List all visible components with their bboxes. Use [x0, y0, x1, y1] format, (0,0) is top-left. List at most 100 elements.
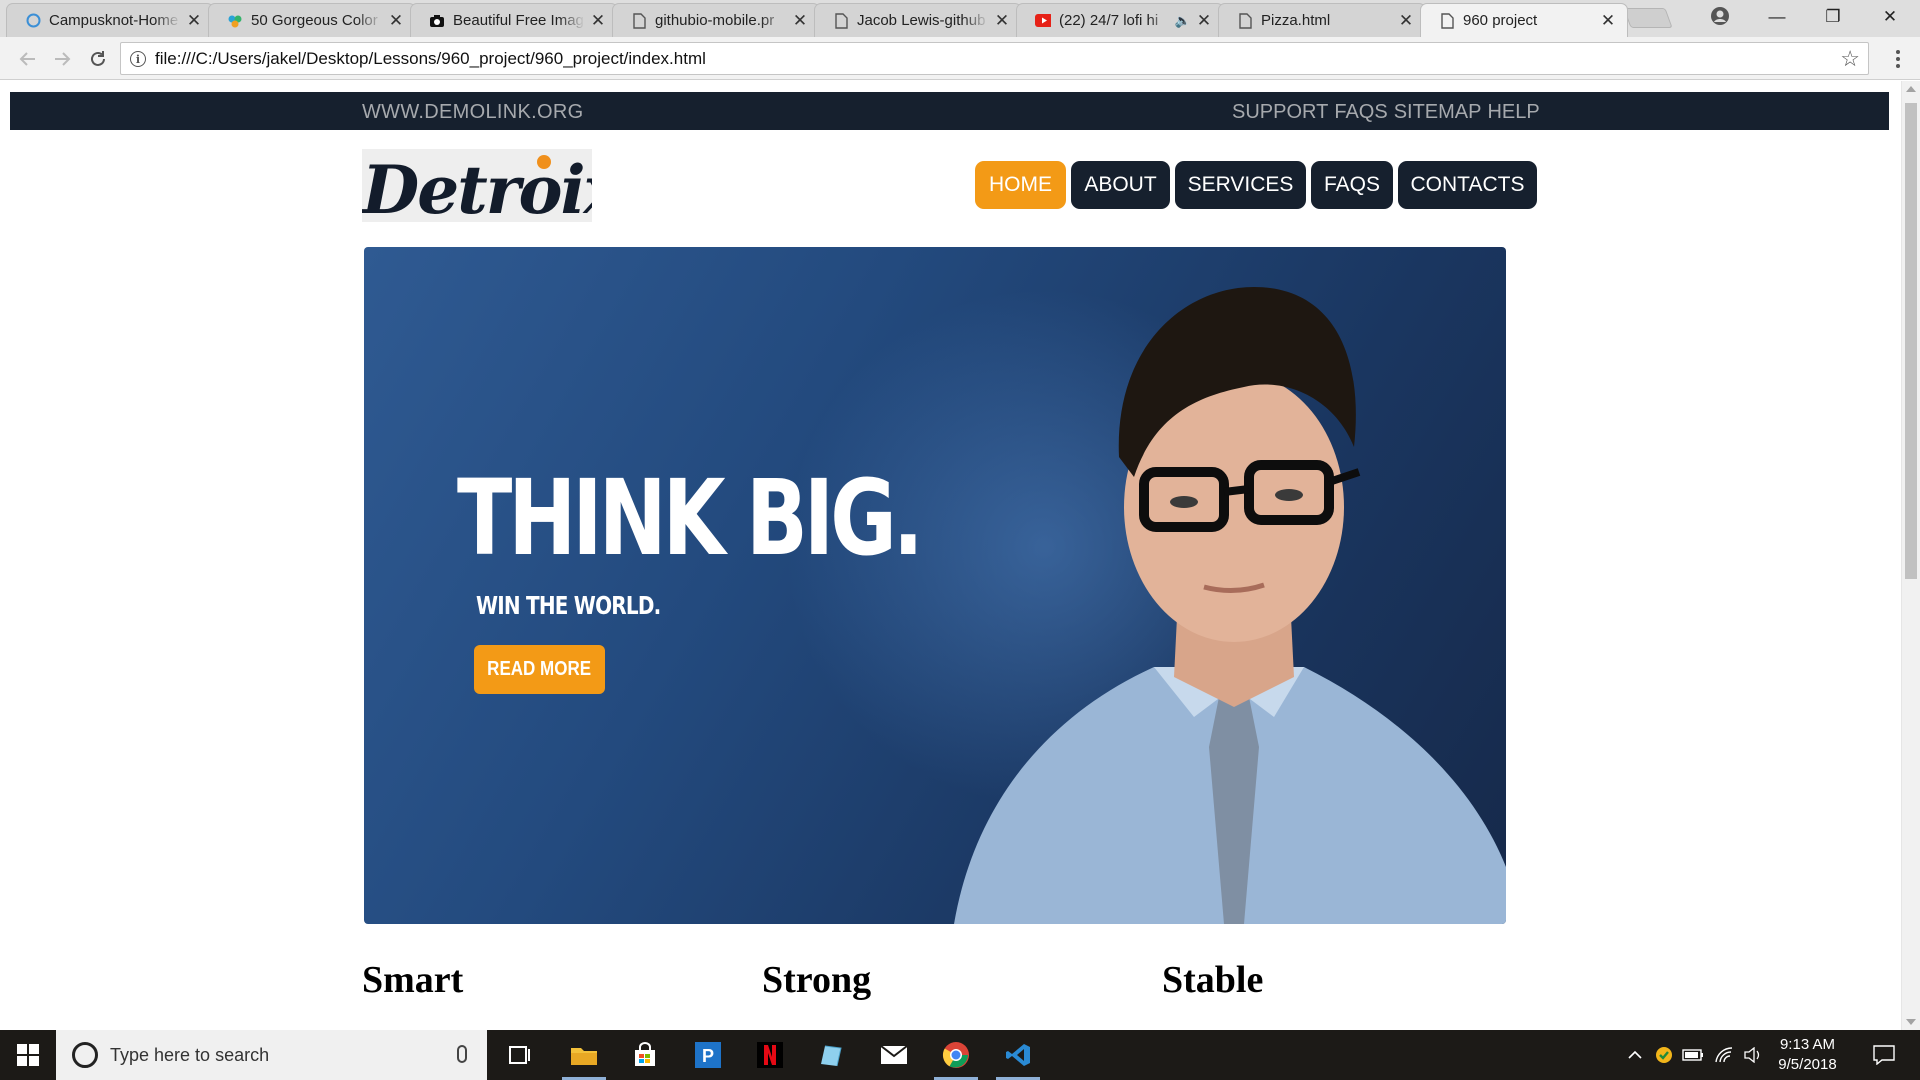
close-window-button[interactable]: ✕ — [1860, 0, 1920, 34]
info-icon[interactable]: i — [130, 51, 146, 67]
color-palette-icon — [227, 13, 243, 29]
page-viewport: WWW.DEMOLINK.ORG SUPPORT FAQS SITEMAP HELP … — [0, 81, 1920, 1030]
action-center-icon[interactable] — [1866, 1030, 1902, 1080]
read-more-button[interactable]: READ MORE — [474, 645, 605, 694]
page-icon — [1439, 12, 1455, 29]
tab-lofi-youtube[interactable]: (22) 24/7 lofi hi 🔈 ✕ — [1016, 3, 1224, 37]
security-shield-icon[interactable] — [1650, 1030, 1678, 1080]
tab-jacob-lewis[interactable]: Jacob Lewis-github ✕ — [814, 3, 1022, 37]
page-icon — [631, 12, 647, 29]
tab-pizza[interactable]: Pizza.html ✕ — [1218, 3, 1426, 37]
close-tab-icon[interactable]: ✕ — [387, 11, 405, 31]
support-link[interactable]: SUPPORT — [1232, 101, 1328, 123]
feature-heading-stable: Stable — [1162, 959, 1264, 1001]
tab-campusknot[interactable]: Campusknot-Home ✕ — [6, 3, 214, 37]
tab-title: Pizza.html — [1261, 12, 1331, 29]
close-tab-icon[interactable]: ✕ — [993, 11, 1011, 31]
battery-icon[interactable] — [1680, 1030, 1706, 1080]
help-link[interactable]: HELP — [1487, 101, 1539, 123]
youtube-icon — [1035, 13, 1051, 29]
p-app-icon[interactable]: P — [680, 1030, 736, 1080]
tab-960-project[interactable]: 960 project ✕ — [1420, 3, 1628, 37]
address-bar[interactable]: i file:///C:/Users/jakel/Desktop/Lessons… — [120, 42, 1869, 75]
tab-strip: Campusknot-Home ✕ 50 Gorgeous Color ✕ Be… — [0, 0, 1920, 37]
tab-githubio-mobile[interactable]: githubio-mobile.pr ✕ — [612, 3, 820, 37]
clock-date: 9/5/2018 — [1778, 1056, 1837, 1073]
forward-icon[interactable] — [50, 46, 76, 72]
vscode-icon[interactable] — [990, 1030, 1046, 1080]
volume-icon[interactable] — [1740, 1030, 1766, 1080]
nav-faqs[interactable]: FAQS — [1311, 161, 1393, 209]
close-tab-icon[interactable]: ✕ — [1195, 11, 1213, 31]
camera-icon — [429, 13, 445, 29]
wifi-icon[interactable] — [1711, 1030, 1737, 1080]
show-hidden-icons-chevron-icon[interactable] — [1622, 1030, 1648, 1080]
close-tab-icon[interactable]: ✕ — [791, 11, 809, 31]
sitemap-link[interactable]: SITEMAP — [1394, 101, 1482, 123]
tab-colors[interactable]: 50 Gorgeous Color ✕ — [208, 3, 416, 37]
windows-start-icon[interactable] — [17, 1044, 39, 1066]
page-icon — [833, 12, 849, 29]
close-tab-icon[interactable]: ✕ — [1397, 11, 1415, 31]
logo-text: Detroix — [362, 151, 592, 222]
cortana-icon — [72, 1042, 98, 1068]
back-icon[interactable] — [14, 46, 40, 72]
scroll-up-arrow-icon[interactable] — [1906, 86, 1916, 92]
hero-subline: WIN THE WORLD. — [476, 591, 661, 620]
chrome-menu-icon[interactable] — [1888, 46, 1908, 72]
bookmark-star-icon[interactable]: ☆ — [1840, 46, 1860, 72]
notepad-icon[interactable] — [804, 1030, 860, 1080]
svg-text:P: P — [702, 1046, 714, 1066]
hero-banner: THINK BIG. WIN THE WORLD. READ MORE — [364, 247, 1506, 924]
feature-heading-smart: Smart — [362, 959, 464, 1001]
clock-time: 9:13 AM — [1779, 1036, 1836, 1053]
nav-home[interactable]: HOME — [975, 161, 1066, 209]
tab-title: 50 Gorgeous Color — [251, 12, 378, 29]
minimize-button[interactable]: — — [1747, 0, 1807, 34]
site-logo[interactable]: Detroix — [362, 149, 592, 222]
close-tab-icon[interactable]: ✕ — [185, 11, 203, 31]
tab-title: githubio-mobile.pr — [655, 12, 775, 29]
taskbar-search[interactable]: Type here to search — [56, 1030, 487, 1080]
close-tab-icon[interactable]: ✕ — [589, 11, 607, 31]
maximize-button[interactable]: ❐ — [1803, 0, 1863, 34]
microphone-icon[interactable] — [457, 1045, 467, 1063]
scroll-thumb[interactable] — [1905, 103, 1917, 579]
hero-headline: THINK BIG. — [457, 457, 924, 579]
tab-title: Campusknot-Home — [49, 12, 179, 29]
file-explorer-icon[interactable] — [556, 1030, 612, 1080]
browser-toolbar: i file:///C:/Users/jakel/Desktop/Lessons… — [0, 37, 1920, 80]
tab-title: Jacob Lewis-github — [857, 12, 986, 29]
read-more-label: READ MORE — [487, 658, 592, 680]
site-url-text: WWW.DEMOLINK.ORG — [362, 101, 584, 123]
nav-contacts[interactable]: CONTACTS — [1398, 161, 1537, 209]
mail-icon[interactable] — [866, 1030, 922, 1080]
tab-title: Beautiful Free Imag — [453, 12, 584, 29]
netflix-icon[interactable] — [742, 1030, 798, 1080]
tab-free-images[interactable]: Beautiful Free Imag ✕ — [410, 3, 618, 37]
nav-services[interactable]: SERVICES — [1175, 161, 1306, 209]
campusknot-icon — [25, 13, 41, 29]
url-text: file:///C:/Users/jakel/Desktop/Lessons/9… — [155, 48, 706, 68]
nav-about[interactable]: ABOUT — [1071, 161, 1170, 209]
profile-icon[interactable] — [1710, 6, 1730, 26]
logo-dot — [537, 155, 551, 169]
feature-heading-strong: Strong — [762, 959, 872, 1001]
screen: Campusknot-Home ✕ 50 Gorgeous Color ✕ Be… — [0, 0, 1920, 1080]
faqs-link[interactable]: FAQS — [1334, 101, 1387, 123]
task-view-icon[interactable] — [492, 1030, 548, 1080]
chrome-icon[interactable] — [928, 1030, 984, 1080]
page-scrollbar[interactable] — [1901, 81, 1920, 1030]
scroll-down-arrow-icon[interactable] — [1906, 1019, 1916, 1025]
reload-icon[interactable] — [85, 46, 111, 72]
system-clock[interactable]: 9:13 AM 9/5/2018 — [1770, 1035, 1845, 1075]
store-icon[interactable] — [617, 1030, 673, 1080]
top-info-bar: WWW.DEMOLINK.ORG SUPPORT FAQS SITEMAP HELP — [10, 92, 1889, 130]
search-placeholder: Type here to search — [110, 1044, 270, 1065]
close-tab-icon[interactable]: ✕ — [1599, 11, 1617, 31]
new-tab-button[interactable] — [1623, 8, 1673, 28]
tab-title: 960 project — [1463, 12, 1538, 29]
tab-title: (22) 24/7 lofi hi — [1059, 12, 1159, 29]
audio-playing-icon[interactable]: 🔈 — [1175, 13, 1191, 29]
hero-person-image — [954, 287, 1506, 924]
